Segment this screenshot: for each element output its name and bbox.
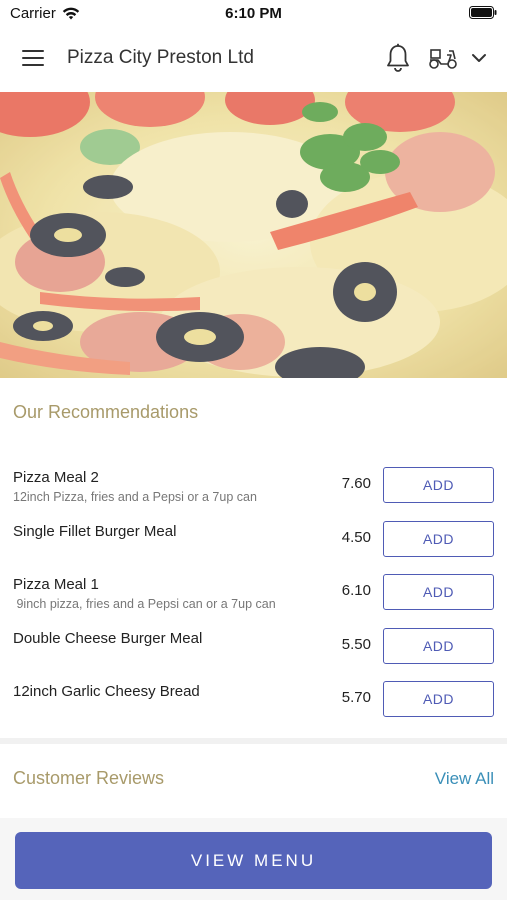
app-header: Pizza City Preston Ltd [0,26,507,92]
item-price: 7.60 [341,475,371,492]
list-item: Double Cheese Burger Meal 5.50 ADD [0,623,507,677]
status-bar: Carrier 6:10 PM [0,0,507,26]
item-price: 5.50 [341,636,371,653]
item-name: Double Cheese Burger Meal [13,630,203,647]
view-menu-button[interactable]: VIEW MENU [15,832,492,889]
list-item: Single Fillet Burger Meal 4.50 ADD [0,516,507,570]
recommendations-title: Our Recommendations [13,402,199,422]
item-description: 9inch pizza, fries and a Pepsi can or a … [13,597,276,611]
item-price: 6.10 [341,582,371,599]
chevron-down-icon[interactable] [470,50,488,66]
item-name: 12inch Garlic Cheesy Bread [13,683,200,700]
add-button[interactable]: ADD [383,467,494,503]
list-item: 12inch Garlic Cheesy Bread 5.70 ADD [0,676,507,730]
item-description: 12inch Pizza, fries and a Pepsi or a 7up… [13,490,257,504]
battery-icon [469,6,497,24]
add-button[interactable]: ADD [383,681,494,717]
reviews-title: Customer Reviews [13,768,165,788]
hamburger-menu-icon[interactable] [22,50,46,68]
list-item: Pizza Meal 1 9inch pizza, fries and a Pe… [0,569,507,623]
list-item: Pizza Meal 2 12inch Pizza, fries and a P… [0,462,507,516]
bell-icon[interactable] [385,43,411,73]
hero-pizza-image [0,92,507,378]
view-all-reviews-link[interactable]: View All [435,769,494,789]
item-price: 4.50 [341,529,371,546]
item-price: 5.70 [341,689,371,706]
item-name: Single Fillet Burger Meal [13,523,177,540]
add-button[interactable]: ADD [383,521,494,557]
restaurant-title: Pizza City Preston Ltd [67,47,254,68]
delivery-scooter-icon[interactable] [427,45,459,71]
item-name: Pizza Meal 2 [13,469,99,486]
add-button[interactable]: ADD [383,628,494,664]
status-time: 6:10 PM [225,5,282,22]
add-button[interactable]: ADD [383,574,494,610]
section-divider [0,738,507,744]
item-name: Pizza Meal 1 [13,576,99,593]
